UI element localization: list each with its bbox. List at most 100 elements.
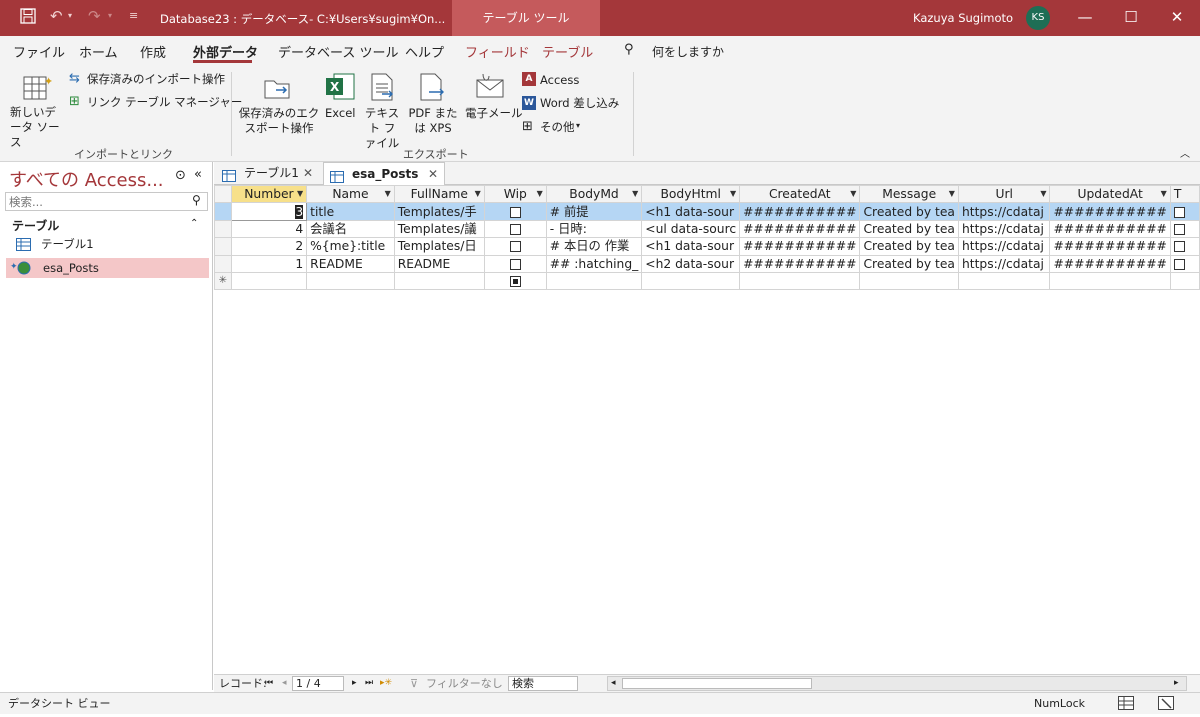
cell-number[interactable]: 1 [230,254,308,273]
chevron-down-icon[interactable]: ▼ [1161,187,1167,202]
last-record-icon[interactable]: ⏭ [365,675,373,692]
first-record-icon[interactable]: ⏮ [265,675,273,692]
tab-help[interactable]: ヘルプ [405,42,444,61]
collapse-ribbon-icon[interactable]: ︿ [1180,145,1190,160]
cell-number[interactable]: 2 [230,237,308,256]
scrollbar-thumb[interactable] [622,678,812,689]
nav-search-box[interactable]: ⚲ [5,192,208,211]
tell-me-box[interactable]: 何をしますか [652,43,724,60]
current-record-field[interactable]: 1 / 4 [292,676,344,691]
search-icon[interactable]: ⚲ [192,193,201,207]
collapse-section-icon[interactable]: ⌃ [190,218,198,229]
horizontal-scrollbar[interactable]: ◂ ▸ [607,676,1187,691]
cell-wip[interactable] [483,271,547,291]
new-data-source-button[interactable]: 新しいデータ ソース [10,105,66,150]
row-selector[interactable] [214,237,232,256]
filter-icon[interactable]: ⊽ [410,675,418,692]
cell-bodymd[interactable]: - 日時: [545,219,643,239]
cell-createdat[interactable]: ########### [739,202,861,221]
row-selector[interactable] [214,219,232,239]
cell-name[interactable]: %{me}:title [306,237,395,256]
cell-number[interactable]: 4 [230,219,308,239]
saved-imports-button[interactable]: 保存済みのインポート操作 [87,72,225,87]
t-checkbox[interactable] [1173,241,1185,253]
close-tab-icon[interactable]: ✕ [428,163,438,185]
export-pdf-xps-button[interactable]: PDF または XPS [403,106,463,136]
chevron-down-icon[interactable]: ▼ [1040,187,1046,202]
cell-wip[interactable] [483,254,547,273]
nav-menu-icon[interactable]: ⊙ [175,168,186,183]
shutter-bar-close-icon[interactable]: « [194,167,202,182]
col-header-bodymd[interactable]: BodyMd ▼ [545,185,643,204]
tab-fields[interactable]: フィールド [465,42,530,61]
email-icon[interactable] [474,72,506,103]
tab-file[interactable]: ファイル [13,42,65,61]
tab-home[interactable]: ホーム [79,42,118,61]
cell-url[interactable]: https://cdataj [957,219,1051,239]
search-icon[interactable]: ⚲ [624,42,634,57]
cell-number[interactable]: 3 [230,202,308,221]
cell-fullname[interactable]: Templates/日 [393,237,485,256]
cell-url[interactable] [957,271,1051,291]
chevron-down-icon[interactable]: ▼ [949,187,955,202]
saved-exports-icon[interactable] [262,73,292,106]
cell-t[interactable] [1169,219,1200,239]
pdf-xps-icon[interactable] [417,72,447,105]
maximize-icon[interactable]: ☐ [1108,0,1154,36]
table-row[interactable]: 4 会議名 Templates/議 - 日時: <ul data-sourc #… [214,219,1200,239]
cell-url[interactable]: https://cdataj [957,237,1051,256]
datasheet-grid[interactable]: Number ▼ Name ▼ FullName ▼ Wip ▼ BodyMd ▼ Bod… [214,185,1200,674]
cell-fullname[interactable]: README [393,254,485,273]
scroll-right-icon[interactable]: ▸ [1174,675,1179,692]
doc-tab-table1[interactable]: テーブル1 ✕ [216,162,322,185]
cell-wip[interactable] [483,237,547,256]
tab-external-data[interactable]: 外部データ [193,42,258,61]
cell-name[interactable] [306,271,395,291]
cell-message[interactable] [859,271,959,291]
cell-createdat[interactable] [739,271,861,291]
undo-icon[interactable]: ↶ [50,7,63,25]
cell-createdat[interactable]: ########### [739,254,861,273]
nav-pane-title[interactable]: すべての Access... [9,166,164,192]
cell-t[interactable] [1169,237,1200,256]
minimize-icon[interactable]: — [1062,0,1108,36]
cell-wip[interactable] [483,219,547,239]
new-record-icon[interactable]: ▸✳ [380,675,392,692]
row-selector[interactable] [214,254,232,273]
cell-fullname[interactable]: Templates/手 [393,202,485,221]
chevron-down-icon[interactable]: ▾ [576,121,580,130]
export-text-file-button[interactable]: テキスト ファイル [363,106,401,151]
cell-updatedat[interactable]: ########### [1049,219,1171,239]
cell-t[interactable] [1169,271,1200,291]
wip-checkbox[interactable] [509,223,521,235]
t-checkbox[interactable] [1173,258,1185,270]
cell-message[interactable]: Created by tea [859,219,959,239]
tab-database-tools[interactable]: データベース ツール [278,42,398,61]
avatar[interactable]: KS [1026,6,1050,30]
previous-record-icon[interactable]: ◂ [282,675,287,692]
cell-fullname[interactable] [393,271,485,291]
cell-message[interactable]: Created by tea [859,202,959,221]
no-filter-button[interactable]: フィルターなし [426,675,503,692]
wip-checkbox[interactable] [509,276,521,288]
table-row[interactable]: 3 title Templates/手 # 前提 <h1 data-sour #… [214,202,1200,221]
excel-icon[interactable]: X [324,72,356,105]
nav-item-table1[interactable]: テーブル1 [6,234,209,254]
record-search-input[interactable]: 検索 [508,676,578,691]
chevron-down-icon[interactable]: ▼ [297,187,303,202]
nav-item-esa-posts[interactable]: ✦ esa_Posts [6,258,209,278]
tab-create[interactable]: 作成 [140,42,166,61]
cell-createdat[interactable]: ########### [739,237,861,256]
new-record-star-icon[interactable]: ✳ [214,271,232,291]
cell-bodyhtml[interactable]: <ul data-sourc [641,219,741,239]
col-header-createdat[interactable]: CreatedAt ▼ [739,185,861,204]
cell-createdat[interactable]: ########### [739,219,861,239]
cell-wip[interactable] [483,202,547,221]
col-header-number[interactable]: Number ▼ [230,185,308,204]
chevron-down-icon[interactable]: ▼ [537,187,543,202]
doc-tab-esa-posts[interactable]: esa_Posts ✕ [323,162,445,185]
scroll-left-icon[interactable]: ◂ [611,675,616,692]
cell-t[interactable] [1169,254,1200,273]
cell-name[interactable]: README [306,254,395,273]
saved-imports-icon[interactable]: ⇆ [69,71,80,86]
